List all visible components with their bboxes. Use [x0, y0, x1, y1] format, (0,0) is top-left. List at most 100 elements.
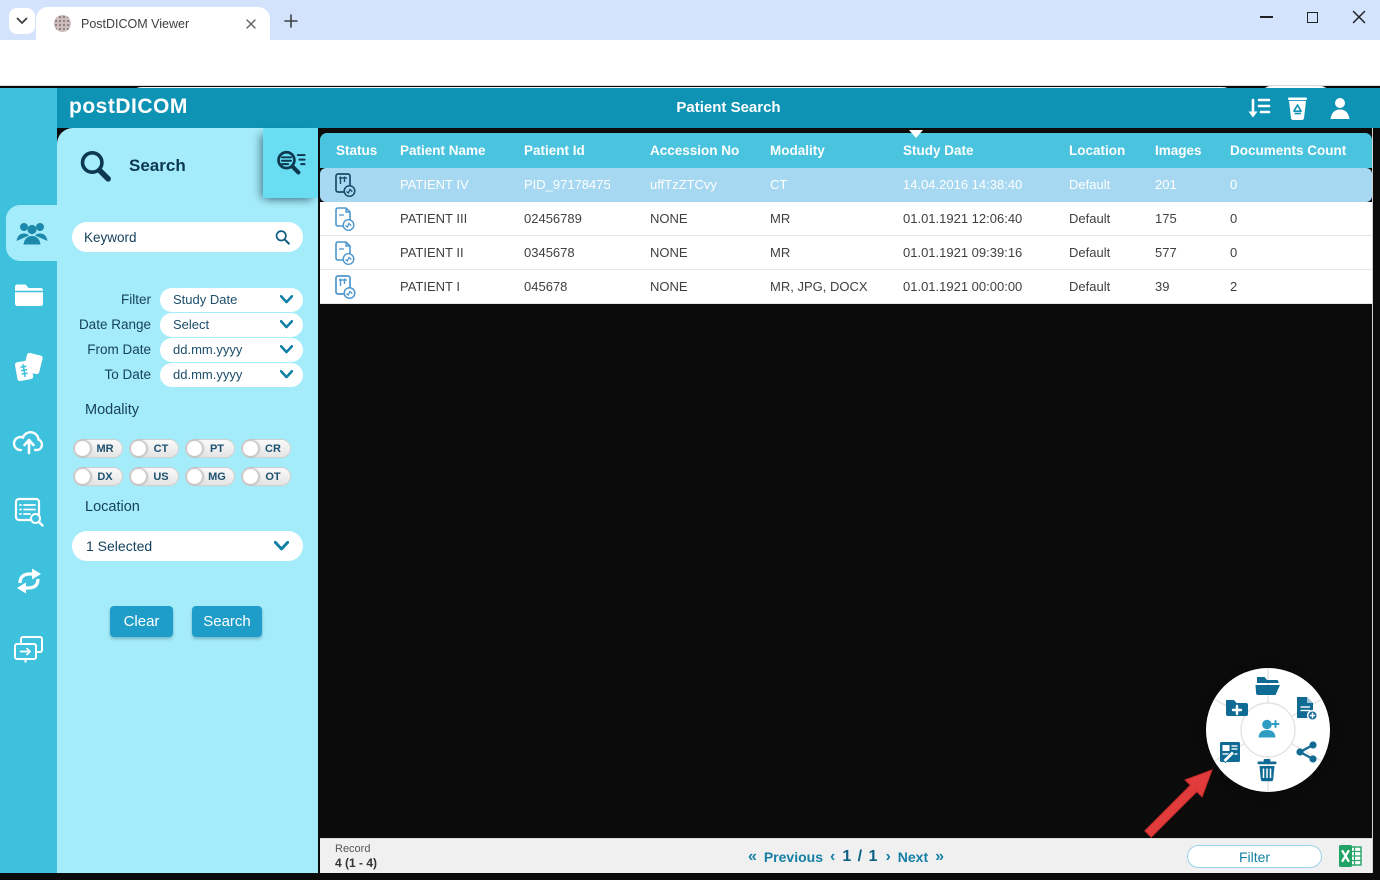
- col-location[interactable]: Location: [1069, 133, 1125, 168]
- to-date-label: To Date: [104, 367, 151, 382]
- sidebar-item-patients[interactable]: [6, 205, 57, 261]
- cell-accession: uffTzZTCvy: [650, 177, 717, 192]
- sidebar-item-remote-workstations[interactable]: [0, 621, 57, 677]
- excel-export-icon[interactable]: [1338, 844, 1363, 873]
- toggle-knob: [74, 440, 91, 457]
- page-title: Patient Search: [676, 99, 781, 116]
- table-row[interactable]: PATIENT IV PID_97178475 uffTzZTCvy CT 14…: [320, 168, 1372, 202]
- advanced-search-icon: [276, 150, 306, 175]
- cell-study-date: 01.01.1921 00:00:00: [903, 279, 1023, 294]
- keyword-input[interactable]: [84, 229, 274, 245]
- footer-filter-button[interactable]: Filter: [1187, 845, 1322, 868]
- cell-study-date: 01.01.1921 09:39:16: [903, 245, 1023, 260]
- from-date-select[interactable]: dd.mm.yyyy: [160, 337, 303, 362]
- col-study-date[interactable]: Study Date: [903, 133, 974, 168]
- date-range-select[interactable]: Select: [160, 312, 303, 337]
- cell-study-date: 14.04.2016 14:38:40: [903, 177, 1023, 192]
- cell-location: Default: [1069, 211, 1111, 226]
- cell-patient-name: PATIENT IV: [400, 177, 469, 192]
- recycle-bin-icon[interactable]: [1285, 95, 1311, 121]
- cell-modality: CT: [770, 177, 788, 192]
- next-page-button[interactable]: Next: [898, 849, 928, 865]
- modality-toggle-cr[interactable]: CR: [241, 439, 291, 458]
- col-documents-count[interactable]: Documents Count: [1230, 133, 1346, 168]
- col-accession-no[interactable]: Accession No: [650, 133, 739, 168]
- cell-modality: MR, JPG, DOCX: [770, 279, 868, 294]
- table-header: Status Patient Name Patient Id Accession…: [320, 130, 1372, 168]
- toggle-knob: [130, 468, 147, 485]
- table-row[interactable]: PATIENT III 02456789 NONE MR 01.01.1921 …: [320, 202, 1372, 236]
- to-date-row: To Date dd.mm.yyyy: [60, 362, 303, 387]
- col-images[interactable]: Images: [1155, 133, 1202, 168]
- sort-list-icon[interactable]: [1247, 95, 1273, 121]
- cell-patient-id: PID_97178475: [524, 177, 611, 192]
- chevron-down-icon: [280, 370, 293, 379]
- location-select[interactable]: 1 Selected: [72, 531, 303, 561]
- browser-tab[interactable]: PostDICOM Viewer: [36, 7, 270, 40]
- table-row[interactable]: PATIENT II 0345678 NONE MR 01.01.1921 09…: [320, 236, 1372, 270]
- sidebar-item-order-list[interactable]: [0, 484, 57, 540]
- tab-close-icon[interactable]: [242, 15, 260, 33]
- modality-toggle-ct[interactable]: CT: [129, 439, 179, 458]
- filter-row: Filter Study Date: [60, 287, 303, 312]
- prev-page-icon[interactable]: ‹: [830, 848, 835, 866]
- screen-bottom-edge: [0, 873, 1380, 880]
- cell-study-date: 01.01.1921 12:06:40: [903, 211, 1023, 226]
- toggle-knob: [130, 440, 147, 457]
- site-favicon: [54, 15, 71, 32]
- cell-patient-name: PATIENT II: [400, 245, 464, 260]
- col-patient-name[interactable]: Patient Name: [400, 133, 486, 168]
- cell-images: 39: [1155, 279, 1170, 294]
- from-date-label: From Date: [87, 342, 151, 357]
- table-row[interactable]: PATIENT I 045678 NONE MR, JPG, DOCX 01.0…: [320, 270, 1372, 304]
- cell-patient-name: PATIENT I: [400, 279, 460, 294]
- window-minimize-button[interactable]: [1260, 16, 1273, 18]
- clear-button[interactable]: Clear: [110, 606, 173, 637]
- cloud-upload-icon: [12, 431, 43, 455]
- modality-toggle-mg[interactable]: MG: [185, 467, 235, 486]
- modality-toggle-us[interactable]: US: [129, 467, 179, 486]
- tab-advanced-search[interactable]: [263, 128, 318, 198]
- sidebar-item-folders[interactable]: [0, 267, 57, 323]
- toggle-knob: [242, 468, 259, 485]
- study-status-icon: [332, 274, 358, 305]
- sidebar-item-sync[interactable]: [0, 553, 57, 609]
- col-patient-id[interactable]: Patient Id: [524, 133, 585, 168]
- to-date-select[interactable]: dd.mm.yyyy: [160, 362, 303, 387]
- app-header: postDICOM Patient Search: [57, 88, 1380, 128]
- chevron-down-icon: [280, 345, 293, 354]
- window-close-button[interactable]: [1352, 10, 1366, 24]
- cell-documents: 0: [1230, 211, 1238, 226]
- cell-patient-id: 0345678: [524, 245, 575, 260]
- page-indicator: 1 / 1: [842, 847, 879, 865]
- modality-toggle-mr[interactable]: MR: [73, 439, 123, 458]
- window-maximize-button[interactable]: [1307, 11, 1318, 23]
- col-status[interactable]: Status: [336, 133, 377, 168]
- sidebar-item-images[interactable]: [0, 340, 57, 396]
- toggle-knob: [186, 468, 203, 485]
- browser-toolbar: germany.postdicom.com/Viewer/Main Guest: [0, 40, 1380, 120]
- cell-location: Default: [1069, 177, 1111, 192]
- previous-page-button[interactable]: Previous: [764, 849, 823, 865]
- modality-toggle-pt[interactable]: PT: [185, 439, 235, 458]
- tab-search[interactable]: Search: [77, 148, 186, 184]
- keyword-search-icon[interactable]: [274, 229, 291, 246]
- sidebar-item-cloud-upload[interactable]: [0, 413, 57, 469]
- modality-toggle-ot[interactable]: OT: [241, 467, 291, 486]
- next-page-icon[interactable]: ›: [885, 848, 890, 866]
- col-modality[interactable]: Modality: [770, 133, 825, 168]
- tab-search-chevron-button[interactable]: [9, 8, 35, 34]
- search-button[interactable]: Search: [192, 606, 262, 637]
- cell-accession: NONE: [650, 245, 688, 260]
- table-footer: Record 4 (1 - 4) « Previous ‹ 1 / 1 › Ne…: [320, 838, 1372, 873]
- modality-toggle-dx[interactable]: DX: [73, 467, 123, 486]
- last-page-icon[interactable]: »: [935, 848, 944, 866]
- first-page-icon[interactable]: «: [748, 848, 757, 866]
- user-icon[interactable]: [1327, 95, 1353, 121]
- new-tab-button[interactable]: [282, 12, 300, 30]
- search-icon: [80, 151, 111, 182]
- nav-sidebar: [0, 88, 57, 873]
- filter-select[interactable]: Study Date: [160, 287, 303, 312]
- tab-title: PostDICOM Viewer: [81, 16, 190, 31]
- workstation-transfer-icon: [13, 636, 43, 663]
